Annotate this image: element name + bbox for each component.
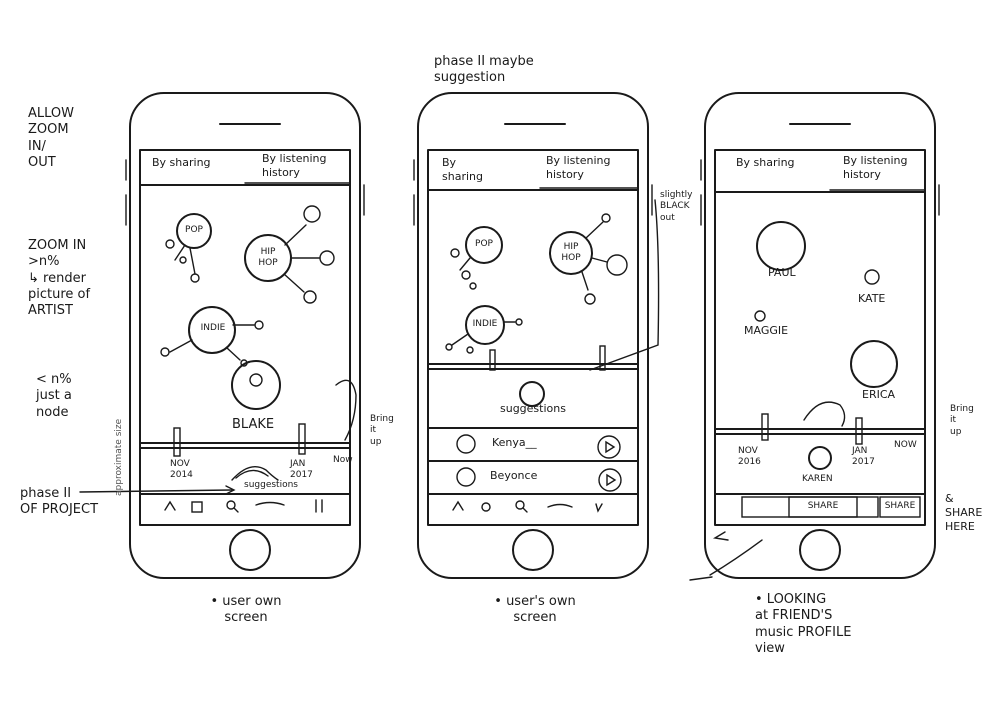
phone3-tab-history[interactable]: By listening history bbox=[843, 154, 907, 182]
phone3-share-here-note: & SHARE HERE bbox=[945, 492, 983, 533]
note-zoom-in: ZOOM IN >n% ↳ render picture of ARTIST bbox=[28, 238, 91, 318]
phone3-caption: • LOOKING at FRIEND'S music PROFILE view bbox=[755, 592, 852, 656]
phone2-node-pop[interactable]: POP bbox=[472, 239, 496, 250]
phone3-person-karen[interactable]: KAREN bbox=[802, 474, 833, 485]
phone1-artist-name: BLAKE bbox=[232, 417, 275, 432]
phone1-caption: • user own screen bbox=[210, 594, 282, 626]
phone2-list-item-1[interactable]: Kenya__ bbox=[492, 436, 537, 450]
approx-size-label: approximate size bbox=[114, 418, 124, 496]
note-allow-zoom: ALLOW ZOOM IN/ OUT bbox=[28, 106, 75, 170]
phone3-friend-kate[interactable]: KATE bbox=[858, 292, 885, 306]
phone3-tab-sharing[interactable]: By sharing bbox=[736, 156, 795, 170]
phone1-date-end: Now bbox=[333, 455, 353, 465]
phone3-friend-maggie[interactable]: MAGGIE bbox=[744, 324, 788, 338]
phone1-tab-sharing[interactable]: By sharing bbox=[152, 156, 211, 170]
phone2-list-item-2[interactable]: Beyonce bbox=[490, 469, 537, 483]
phone1-tab-history[interactable]: By listening history bbox=[262, 152, 326, 180]
phone2-caption: • user's own screen bbox=[494, 594, 576, 626]
phone1-date-start: NOV 2014 bbox=[170, 459, 193, 481]
phone1-suggestions[interactable]: suggestions bbox=[244, 480, 298, 491]
phone1-node-indie[interactable]: INDIE bbox=[198, 323, 228, 334]
phone2-tab-sharing[interactable]: By sharing bbox=[442, 156, 483, 184]
phone3-bring-up-note: Bring it up bbox=[950, 404, 974, 437]
phone3-share-button-2[interactable]: SHARE bbox=[880, 501, 920, 512]
phone1-node-hiphop[interactable]: HIP HOP bbox=[256, 247, 280, 270]
phone3-date-start: NOV 2016 bbox=[738, 446, 761, 468]
phone2-node-hiphop[interactable]: HIP HOP bbox=[559, 242, 583, 265]
phone3-friend-erica[interactable]: ERICA bbox=[862, 388, 895, 402]
note-zoom-out: < n% just a node bbox=[36, 372, 72, 420]
phone1-bring-up-note: Bring it up bbox=[370, 414, 394, 447]
phone1-date-mid: JAN 2017 bbox=[290, 459, 313, 481]
phone3-date-end: NOW bbox=[894, 440, 917, 450]
phone3-date-mid: JAN 2017 bbox=[852, 446, 875, 468]
note-phase-two: phase II OF PROJECT bbox=[20, 486, 99, 518]
phone3-share-button[interactable]: SHARE bbox=[789, 501, 857, 512]
phone2-suggestions[interactable]: suggestions bbox=[500, 402, 566, 416]
note-phase-two-suggestion: phase II maybe suggestion bbox=[434, 54, 534, 86]
phone2-node-indie[interactable]: INDIE bbox=[470, 319, 500, 330]
phone1-node-pop[interactable]: POP bbox=[182, 225, 206, 236]
phone2-tab-history[interactable]: By listening history bbox=[546, 154, 610, 182]
phone3-friend-paul[interactable]: PAUL bbox=[768, 266, 796, 280]
phone2-side-note: slightly BLACK out bbox=[660, 190, 693, 223]
